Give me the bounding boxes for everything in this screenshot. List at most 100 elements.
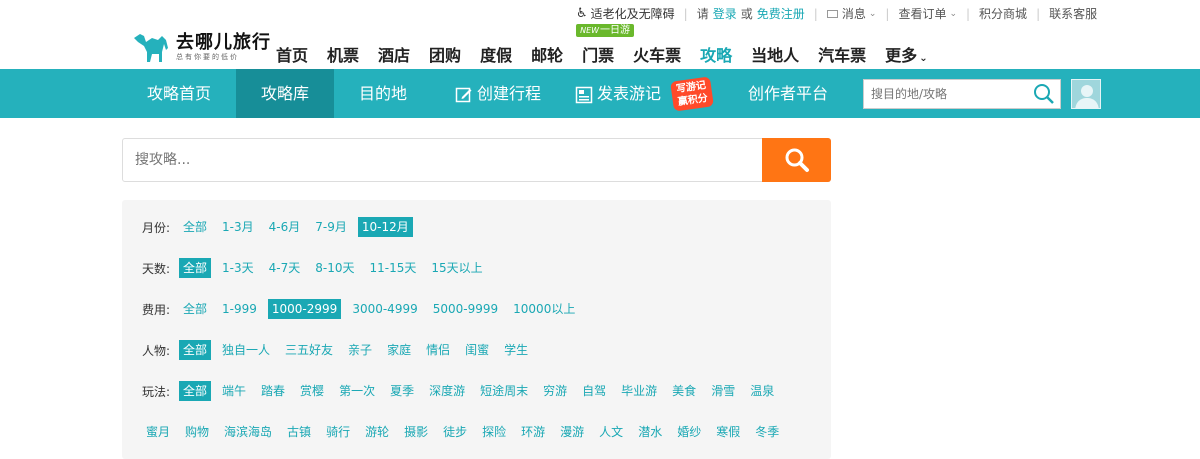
login-link[interactable]: 登录 <box>713 5 737 22</box>
filter-option[interactable]: 游轮 <box>361 422 393 442</box>
user-avatar[interactable] <box>1071 79 1101 109</box>
filter-option[interactable]: 毕业游 <box>617 381 661 401</box>
filter-option[interactable]: 全部 <box>179 217 211 237</box>
promo-badge[interactable]: 写游记 赢积分 <box>670 76 714 112</box>
filter-option[interactable]: 深度游 <box>425 381 469 401</box>
filter-option[interactable]: 人文 <box>595 422 627 442</box>
guide-search-button[interactable] <box>762 138 831 182</box>
nav-locals[interactable]: 当地人 <box>751 42 799 66</box>
filter-option[interactable]: 15天以上 <box>427 258 486 278</box>
filter-option[interactable]: 蜜月 <box>142 422 174 442</box>
please-text: 请 <box>696 7 709 21</box>
filter-option[interactable]: 冬季 <box>751 422 783 442</box>
filter-option[interactable]: 第一次 <box>335 381 379 401</box>
filter-option[interactable]: 5000-9999 <box>429 299 502 319</box>
filter-option[interactable]: 夏季 <box>386 381 418 401</box>
site-logo[interactable]: 去哪儿旅行 总有你要的低价 <box>132 30 271 64</box>
filter-option[interactable]: 美食 <box>668 381 700 401</box>
subnav-guide-library[interactable]: 攻略库 <box>236 69 334 118</box>
chevron-down-icon: ⌄ <box>919 53 928 64</box>
destination-search-input[interactable] <box>864 80 1029 108</box>
filter-option[interactable]: 温泉 <box>746 381 778 401</box>
filter-option[interactable]: 自驾 <box>578 381 610 401</box>
filter-option[interactable]: 摄影 <box>400 422 432 442</box>
accessibility-link[interactable]: 适老化及无障碍 <box>591 5 675 22</box>
guide-search-input[interactable] <box>123 139 762 181</box>
nav-hotels[interactable]: 酒店 <box>378 42 410 66</box>
filter-option[interactable]: 4-7天 <box>265 258 305 278</box>
filter-option[interactable]: 漫游 <box>556 422 588 442</box>
filter-row-people: 人物: 全部 独自一人 三五好友 亲子 家庭 情侣 闺蜜 学生 <box>142 340 539 360</box>
new-badge: NEW一日游 <box>576 24 635 37</box>
contact-link[interactable]: 联系客服 <box>1049 5 1097 22</box>
filter-option[interactable]: 滑雪 <box>707 381 739 401</box>
filter-option[interactable]: 独自一人 <box>218 340 274 360</box>
mail-icon <box>826 9 838 18</box>
orders-link[interactable]: 查看订单 <box>898 5 946 22</box>
nav-more[interactable]: 更多 ⌄ <box>885 42 927 66</box>
filter-panel: 月份: 全部 1-3月 4-6月 7-9月 10-12月 天数: 全部 1-3天… <box>122 200 831 459</box>
filter-option[interactable]: 1-3月 <box>218 217 258 237</box>
filter-option[interactable]: 11-15天 <box>365 258 420 278</box>
messages-link[interactable]: 消息 <box>842 5 866 22</box>
search-icon[interactable] <box>1033 83 1055 105</box>
divider: | <box>1036 6 1041 21</box>
filter-option[interactable]: 购物 <box>181 422 213 442</box>
register-link[interactable]: 免费注册 <box>757 5 805 22</box>
subnav-destinations[interactable]: 目的地 <box>340 69 426 118</box>
filter-option[interactable]: 1-3天 <box>218 258 258 278</box>
filter-option[interactable]: 穷游 <box>539 381 571 401</box>
filter-option[interactable]: 古镇 <box>283 422 315 442</box>
filter-label: 人物: <box>142 343 171 358</box>
nav-tickets[interactable]: NEW一日游 门票 <box>576 24 635 66</box>
points-mall-link[interactable]: 积分商城 <box>979 5 1027 22</box>
filter-option[interactable]: 情侣 <box>422 340 454 360</box>
filter-option[interactable]: 三五好友 <box>281 340 337 360</box>
top-utility-bar: ♿ 适老化及无障碍 | 请 登录 或 免费注册 | 消息 ⌄ | 查看订单 ⌄ … <box>0 0 1200 24</box>
nav-train[interactable]: 火车票 <box>633 42 681 66</box>
filter-option-selected[interactable]: 全部 <box>179 381 212 401</box>
filter-option[interactable]: 踏春 <box>257 381 289 401</box>
filter-option[interactable]: 闺蜜 <box>461 340 493 360</box>
filter-option-selected[interactable]: 全部 <box>179 258 212 278</box>
filter-option[interactable]: 3000-4999 <box>348 299 421 319</box>
filter-option-selected[interactable]: 10-12月 <box>357 217 413 237</box>
filter-row-play: 玩法: 全部 端午 踏春 赏樱 第一次 夏季 深度游 短途周末 穷游 自驾 毕业… <box>142 381 785 401</box>
filter-option[interactable]: 全部 <box>179 299 211 319</box>
subnav-create-trip[interactable]: 创建行程 <box>448 69 548 118</box>
filter-option[interactable]: 家庭 <box>383 340 415 360</box>
filter-option-selected[interactable]: 全部 <box>179 340 212 360</box>
nav-groupbuy[interactable]: 团购 <box>429 42 461 66</box>
filter-option[interactable]: 4-6月 <box>265 217 305 237</box>
filter-option[interactable]: 7-9月 <box>311 217 351 237</box>
filter-option[interactable]: 探险 <box>478 422 510 442</box>
filter-option-selected[interactable]: 1000-2999 <box>267 299 342 319</box>
nav-bus[interactable]: 汽车票 <box>818 42 866 66</box>
filter-option[interactable]: 骑行 <box>322 422 354 442</box>
filter-option[interactable]: 亲子 <box>344 340 376 360</box>
subnav-guide-home[interactable]: 攻略首页 <box>129 69 229 118</box>
filter-option[interactable]: 潜水 <box>634 422 666 442</box>
chevron-down-icon: ⌄ <box>949 8 957 19</box>
subnav-creator-platform[interactable]: 创作者平台 <box>736 69 840 118</box>
nav-flights[interactable]: 机票 <box>327 42 359 66</box>
filter-option[interactable]: 8-10天 <box>311 258 358 278</box>
filter-label: 天数: <box>142 261 171 276</box>
nav-cruise[interactable]: 邮轮 <box>531 42 563 66</box>
filter-option[interactable]: 寒假 <box>712 422 744 442</box>
filter-option[interactable]: 学生 <box>500 340 532 360</box>
nav-vacation[interactable]: 度假 <box>480 42 512 66</box>
filter-option[interactable]: 1-999 <box>218 299 261 319</box>
subnav-post-travelogue[interactable]: 发表游记 <box>570 69 666 118</box>
filter-option[interactable]: 徒步 <box>439 422 471 442</box>
filter-option[interactable]: 海滨海岛 <box>220 422 276 442</box>
filter-option[interactable]: 婚纱 <box>673 422 705 442</box>
filter-option[interactable]: 10000以上 <box>509 299 579 319</box>
filter-option[interactable]: 赏樱 <box>296 381 328 401</box>
filter-option[interactable]: 端午 <box>218 381 250 401</box>
filter-option[interactable]: 环游 <box>517 422 549 442</box>
nav-guides[interactable]: 攻略 <box>700 42 732 66</box>
logo-title: 去哪儿旅行 <box>176 32 271 53</box>
filter-option[interactable]: 短途周末 <box>476 381 532 401</box>
nav-home[interactable]: 首页 <box>276 42 308 66</box>
